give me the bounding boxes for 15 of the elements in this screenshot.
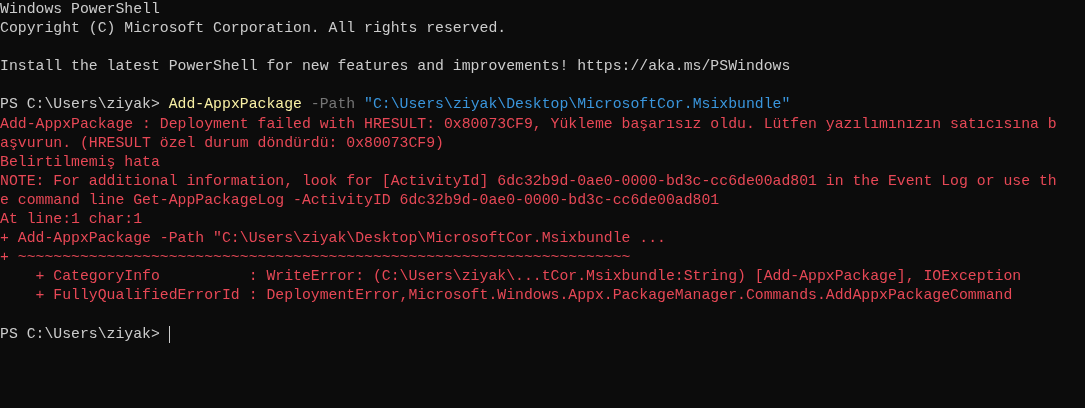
terminal-line: Add-AppxPackage : Deployment failed with HRESULT: 0x80073CF9, Yükleme başarısız oldu. Lütfen yazılımınızın satıcısına b <box>0 114 1057 134</box>
terminal-line: Install the latest PowerShell for new features and improvements! https://aka.ms/PSWindows <box>0 57 791 77</box>
terminal-line: Belirtilmemiş hata <box>0 152 160 172</box>
terminal-line: PS C:\Users\ziyak> <box>0 324 161 344</box>
terminal-line: + Add-AppxPackage -Path "C:\Users\ziyak\Desktop\MicrosoftCor.Msixbundle ... <box>0 229 666 249</box>
terminal-line: Copyright (C) Microsoft Corporation. All rights reserved. <box>0 19 507 39</box>
terminal-line: + FullyQualifiedErrorId : DeploymentError,Microsoft.Windows.Appx.PackageManager.Commands.AddAppxPackageCommand <box>34 286 1013 306</box>
terminal-line: e command line Get-AppPackageLog -ActivityID 6dc32b9d-0ae0-0000-bd3c-cc6de00ad801 <box>0 190 720 210</box>
terminal-line: + CategoryInfo : WriteError: (C:\Users\ziyak\...tCor.Msixbundle:String) [Add-AppxPackage], IOException <box>34 267 1022 287</box>
terminal-line: + ~~~~~~~~~~~~~~~~~~~~~~~~~~~~~~~~~~~~~~~~~~~~~~~~~~~~~~~~~~~~~~~~~~~~~ <box>0 248 631 268</box>
terminal-line: aşvurun. (HRESULT özel durum döndürdü: 0x80073CF9) <box>0 133 444 153</box>
terminal-line: NOTE: For additional information, look for [ActivityId] 6dc32b9d-0ae0-0000-bd3c-cc6de00ad801 in the Event Log or use th <box>0 171 1057 191</box>
terminal-line: Windows PowerShell <box>0 0 160 19</box>
terminal-line: At line:1 char:1 <box>0 210 143 230</box>
terminal-line: PS C:\Users\ziyak> Add-AppxPackage -Path "C:\Users\ziyak\Desktop\MicrosoftCor.Msixbundle" <box>0 95 791 115</box>
